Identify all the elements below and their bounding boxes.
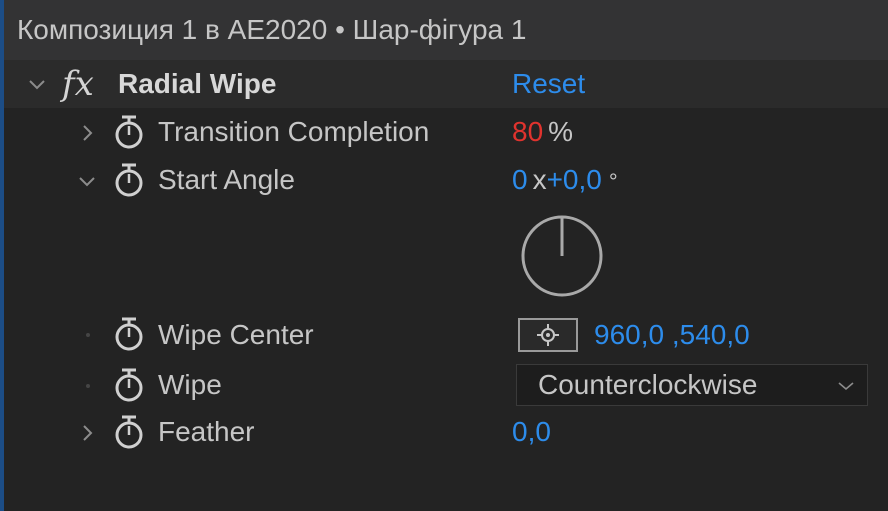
row-bullet [86, 333, 90, 337]
transition-completion-value[interactable]: 80% [512, 112, 573, 152]
start-angle-value[interactable]: 0 x+0,0 ° [512, 160, 618, 202]
chevron-down-icon[interactable] [26, 73, 48, 95]
stopwatch-icon[interactable] [113, 414, 145, 450]
stopwatch-icon[interactable] [113, 114, 145, 150]
feather-value[interactable]: 0,0 [512, 412, 551, 452]
angle-dial-icon[interactable] [518, 212, 606, 300]
start-angle-separator: x [532, 164, 547, 195]
wipe-label: Wipe [158, 369, 222, 400]
start-angle-revolutions[interactable]: 0 [512, 164, 528, 195]
stopwatch-icon[interactable] [113, 367, 145, 403]
chevron-right-icon[interactable] [76, 422, 98, 444]
property-row-feather[interactable]: Feather 0,0 [4, 410, 888, 460]
transition-completion-number[interactable]: 80 [512, 116, 543, 147]
reset-link[interactable]: Reset [512, 64, 585, 104]
crosshair-target-icon[interactable] [518, 318, 578, 352]
start-angle-degrees[interactable]: +0,0 [547, 164, 602, 195]
effect-controls-panel: Композиция 1 в AE2020 • Шар-фігура 1 fx … [0, 0, 888, 511]
chevron-right-icon[interactable] [76, 122, 98, 144]
start-angle-unit: ° [608, 169, 618, 194]
panel-title: Композиция 1 в AE2020 • Шар-фігура 1 [4, 0, 888, 60]
property-row-wipe[interactable]: Wipe Counterclockwise [4, 358, 888, 408]
wipe-direction-dropdown[interactable]: Counterclockwise [516, 364, 868, 406]
transition-completion-label: Transition Completion [158, 116, 430, 147]
chevron-down-icon[interactable] [76, 170, 98, 192]
stopwatch-icon[interactable] [113, 316, 145, 352]
effect-name: Radial Wipe [118, 68, 277, 99]
effect-header-row[interactable]: fx Radial Wipe Reset [4, 60, 888, 108]
row-bullet [86, 384, 90, 388]
fx-icon: fx [62, 64, 94, 104]
chevron-down-icon [835, 375, 857, 397]
start-angle-label: Start Angle [158, 164, 295, 195]
property-row-transition-completion[interactable]: Transition Completion 80% [4, 108, 888, 158]
angle-dial-row [4, 206, 888, 312]
wipe-center-value[interactable]: 960,0 ,540,0 [594, 315, 750, 355]
wipe-direction-selected: Counterclockwise [538, 369, 758, 400]
wipe-center-label: Wipe Center [158, 319, 314, 350]
property-row-wipe-center[interactable]: Wipe Center 960,0 ,540,0 [4, 310, 888, 360]
property-row-start-angle[interactable]: Start Angle 0 x+0,0 ° [4, 158, 888, 208]
transition-completion-unit: % [548, 116, 574, 147]
stopwatch-icon[interactable] [113, 162, 145, 198]
feather-label: Feather [158, 416, 255, 447]
